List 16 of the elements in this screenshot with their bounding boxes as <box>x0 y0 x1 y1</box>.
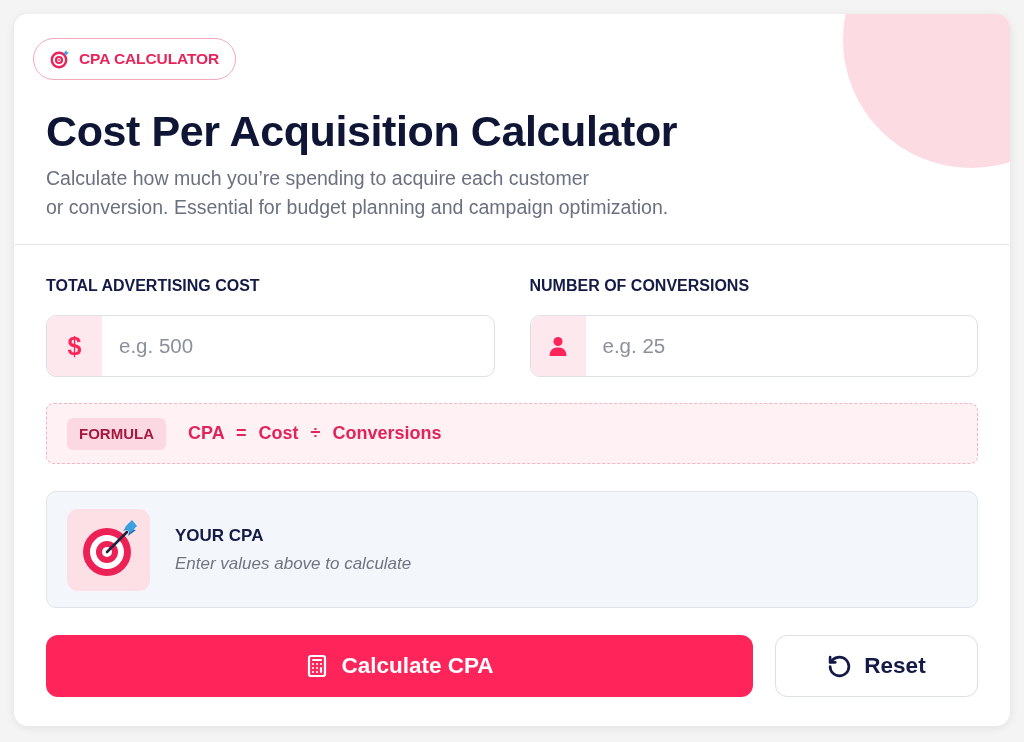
currency-symbol: $ <box>47 316 102 376</box>
person-icon <box>548 336 568 356</box>
field-label: TOTAL ADVERTISING COST <box>46 277 261 295</box>
field-label: NUMBER OF CONVERSIONS <box>529 277 751 295</box>
formula-tag: FORMULA <box>67 417 166 450</box>
calculate-button[interactable]: Calculate CPA <box>46 635 753 697</box>
formula-expression: CPA = Cost ÷ Conversions <box>188 423 442 444</box>
target-dart-icon <box>67 508 150 591</box>
description-text: Calculate how much you’re spending to acquire each customer or conversion. Essential for budget planning and campaign optimization. <box>46 166 670 220</box>
result-hint: Enter values above to calculate <box>175 553 412 574</box>
target-icon <box>50 49 70 69</box>
result-title: YOUR CPA <box>175 525 265 546</box>
page-title: Cost Per Acquisition Calculator <box>46 106 679 156</box>
reset-button[interactable]: Reset <box>775 635 978 697</box>
badge-label: CPA CALCULATOR <box>79 50 220 68</box>
reset-icon <box>827 653 853 679</box>
